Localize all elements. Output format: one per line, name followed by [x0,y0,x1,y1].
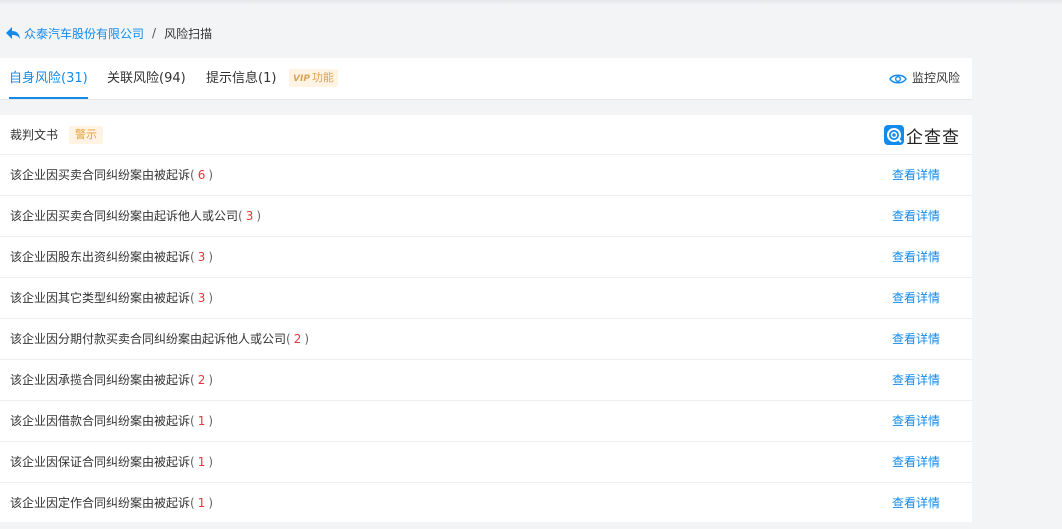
qichacha-logo: 企查查 [884,124,960,148]
vip-mark: VIP [293,74,310,84]
open-paren: ( [190,373,195,387]
case-text: 该企业因买卖合同纠纷案由起诉他人或公司 [10,209,239,223]
open-paren: ( [190,250,195,264]
close-paren: ) [208,250,214,264]
section-header: 裁判文书 警示 企查查 [0,115,972,155]
open-paren: ( [238,209,243,223]
case-text: 该企业因股东出资纠纷案由被起诉 [10,250,191,264]
case-count: 3 [197,250,206,264]
view-details-link[interactable]: 查看详情 [892,319,940,359]
case-text: 该企业因买卖合同纠纷案由被起诉 [10,168,191,182]
view-details-link[interactable]: 查看详情 [892,196,940,236]
list-item: 该企业因借款合同纠纷案由被起诉(1) 查看详情 [0,401,972,442]
close-paren: ) [208,496,214,510]
monitor-risk-button[interactable]: 监控风险 [889,58,960,99]
list-item: 该企业因其它类型纠纷案由被起诉(3) 查看详情 [0,278,972,319]
tab-notice-info[interactable]: 提示信息(1) [206,58,276,99]
eye-icon [889,74,907,83]
breadcrumb-separator: / [152,26,157,40]
list-item: 该企业因股东出资纠纷案由被起诉(3) 查看详情 [0,237,972,278]
case-text: 该企业因其它类型纠纷案由被起诉 [10,291,191,305]
open-paren: ( [286,332,291,346]
close-paren: ) [208,455,214,469]
close-paren: ) [256,209,262,223]
close-paren: ) [208,414,214,428]
case-text: 该企业因保证合同纠纷案由被起诉 [10,455,191,469]
case-text: 该企业因借款合同纠纷案由被起诉 [10,414,191,428]
open-paren: ( [190,168,195,182]
breadcrumb-company-link[interactable]: 众泰汽车股份有限公司 [24,25,144,42]
logo-text: 企查查 [906,127,960,148]
breadcrumb-current: 风险扫描 [164,26,213,41]
case-description: 该企业因买卖合同纠纷案由起诉他人或公司(3) [10,196,261,236]
breadcrumb: 众泰汽车股份有限公司 / 风险扫描 [5,24,212,42]
list-item: 该企业因定作合同纠纷案由被起诉(1) 查看详情 [0,483,972,522]
view-details-link[interactable]: 查看详情 [892,155,940,195]
tab-related-risk[interactable]: 关联风险(94) [107,58,186,99]
case-count: 3 [197,291,206,305]
case-description: 该企业因分期付款买卖合同纠纷案由起诉他人或公司(2) [10,319,309,359]
case-description: 该企业因借款合同纠纷案由被起诉(1) [10,401,213,441]
view-details-link[interactable]: 查看详情 [892,237,940,277]
list-item: 该企业因承揽合同纠纷案由被起诉(2) 查看详情 [0,360,972,401]
top-shadow [0,0,1062,5]
case-description: 该企业因买卖合同纠纷案由被起诉(6) [10,155,213,195]
case-description: 该企业因其它类型纠纷案由被起诉(3) [10,278,213,318]
tab-own-risk[interactable]: 自身风险(31) [9,58,88,99]
list-item: 该企业因保证合同纠纷案由被起诉(1) 查看详情 [0,442,972,483]
vip-feature-badge[interactable]: VIP 功能 [289,69,338,87]
close-paren: ) [208,168,214,182]
case-text: 该企业因定作合同纠纷案由被起诉 [10,496,191,510]
risk-tabs-bar: 自身风险(31) 关联风险(94) 提示信息(1) VIP 功能 监控风险 [0,58,972,100]
case-count: 3 [245,209,254,223]
section-title: 裁判文书 [10,128,59,142]
case-count: 1 [197,496,206,510]
close-paren: ) [304,332,310,346]
view-details-link[interactable]: 查看详情 [892,442,940,482]
back-arrow-icon[interactable] [5,26,21,40]
monitor-risk-label: 监控风险 [911,71,960,85]
list-item: 该企业因买卖合同纠纷案由被起诉(6) 查看详情 [0,155,972,196]
view-details-link[interactable]: 查看详情 [892,401,940,441]
close-paren: ) [208,373,214,387]
view-details-link[interactable]: 查看详情 [892,483,940,522]
judgment-documents-panel: 裁判文书 警示 企查查 该企业因买卖合同纠纷案由被起诉(6) 查看详情 该企业因买卖… [0,115,972,522]
open-paren: ( [190,414,195,428]
case-list: 该企业因买卖合同纠纷案由被起诉(6) 查看详情 该企业因买卖合同纠纷案由起诉他人或公… [0,155,972,522]
open-paren: ( [190,291,195,305]
case-description: 该企业因定作合同纠纷案由被起诉(1) [10,483,213,522]
view-details-link[interactable]: 查看详情 [892,360,940,400]
case-count: 2 [293,332,302,346]
list-item: 该企业因分期付款买卖合同纠纷案由起诉他人或公司(2) 查看详情 [0,319,972,360]
case-count: 1 [197,414,206,428]
open-paren: ( [190,455,195,469]
case-text: 该企业因分期付款买卖合同纠纷案由起诉他人或公司 [10,332,287,346]
case-count: 6 [197,168,206,182]
case-description: 该企业因股东出资纠纷案由被起诉(3) [10,237,213,277]
open-paren: ( [190,496,195,510]
case-count: 1 [197,455,206,469]
case-text: 该企业因承揽合同纠纷案由被起诉 [10,373,191,387]
list-item: 该企业因买卖合同纠纷案由起诉他人或公司(3) 查看详情 [0,196,972,237]
case-description: 该企业因保证合同纠纷案由被起诉(1) [10,442,213,482]
qichacha-logo-icon [884,125,904,145]
close-paren: ) [208,291,214,305]
case-count: 2 [197,373,206,387]
case-description: 该企业因承揽合同纠纷案由被起诉(2) [10,360,213,400]
vip-label: 功能 [311,71,334,84]
warning-badge: 警示 [69,126,103,144]
view-details-link[interactable]: 查看详情 [892,278,940,318]
